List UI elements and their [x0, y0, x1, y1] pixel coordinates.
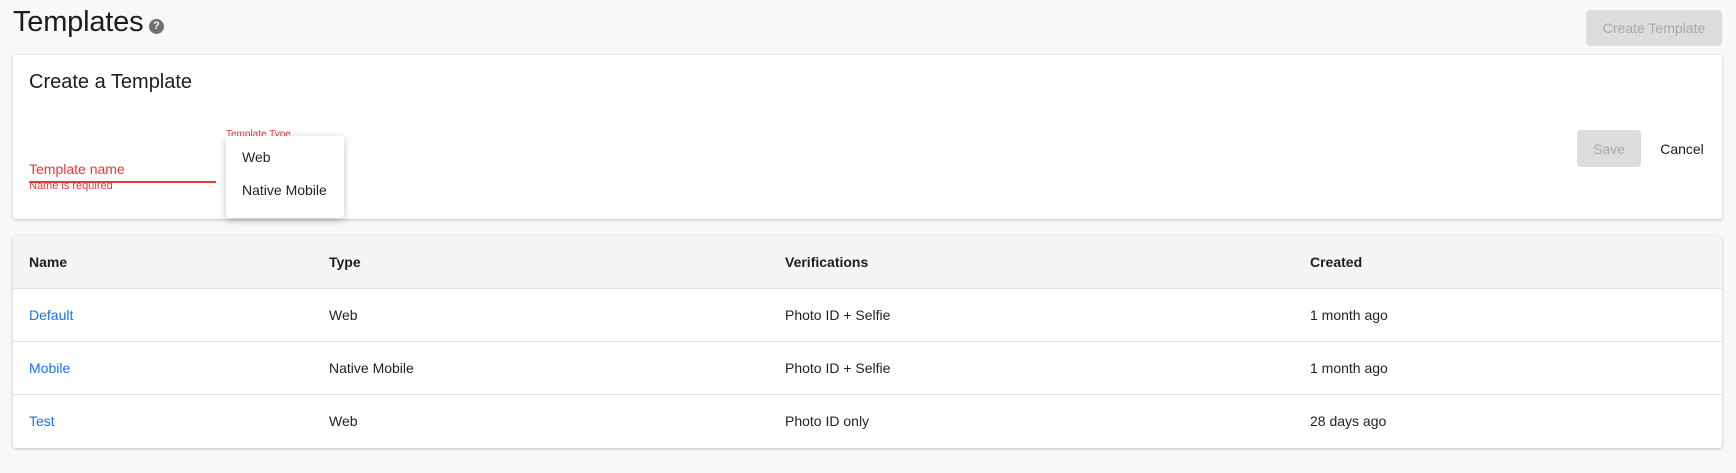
column-header-name[interactable]: Name: [29, 236, 67, 289]
table-row: Default Web Photo ID + Selfie 1 month ag…: [13, 289, 1722, 342]
column-header-created[interactable]: Created: [1310, 236, 1362, 289]
type-option-web[interactable]: Web: [226, 142, 344, 175]
page-title: Templates: [13, 6, 144, 38]
create-template-card: Create a Template Name is required Templ…: [13, 55, 1722, 219]
template-type-cell: Web: [329, 307, 358, 323]
name-error-message: Name is required: [29, 180, 113, 192]
template-type-cell: Native Mobile: [329, 360, 414, 376]
template-name-link[interactable]: Mobile: [29, 342, 70, 394]
cancel-button[interactable]: Cancel: [1650, 130, 1714, 167]
column-header-type[interactable]: Type: [329, 236, 361, 289]
table-header: Name Type Verifications Created: [13, 236, 1722, 289]
templates-table: Name Type Verifications Created Default …: [13, 236, 1722, 448]
template-created-cell: 1 month ago: [1310, 307, 1388, 323]
column-header-verifications[interactable]: Verifications: [785, 236, 868, 289]
template-name-field: [29, 151, 216, 183]
save-button[interactable]: Save: [1577, 130, 1641, 167]
help-icon[interactable]: ?: [149, 19, 164, 34]
card-title: Create a Template: [29, 71, 193, 93]
template-name-link[interactable]: Test: [29, 395, 55, 447]
template-verifications-cell: Photo ID + Selfie: [785, 307, 891, 323]
type-option-native-mobile[interactable]: Native Mobile: [226, 175, 344, 208]
template-created-cell: 1 month ago: [1310, 360, 1388, 376]
create-template-button[interactable]: Create Template: [1586, 10, 1722, 46]
table-row: Mobile Native Mobile Photo ID + Selfie 1…: [13, 342, 1722, 395]
template-created-cell: 28 days ago: [1310, 413, 1387, 429]
template-type-dropdown-menu: Web Native Mobile: [226, 136, 344, 218]
templates-page: Templates ? Create Template Create a Tem…: [0, 0, 1736, 473]
template-name-link[interactable]: Default: [29, 289, 73, 341]
template-verifications-cell: Photo ID + Selfie: [785, 360, 891, 376]
template-name-input[interactable]: [29, 158, 216, 180]
template-type-cell: Web: [329, 413, 358, 429]
template-verifications-cell: Photo ID only: [785, 413, 870, 429]
table-row: Test Web Photo ID only 28 days ago: [13, 395, 1722, 448]
